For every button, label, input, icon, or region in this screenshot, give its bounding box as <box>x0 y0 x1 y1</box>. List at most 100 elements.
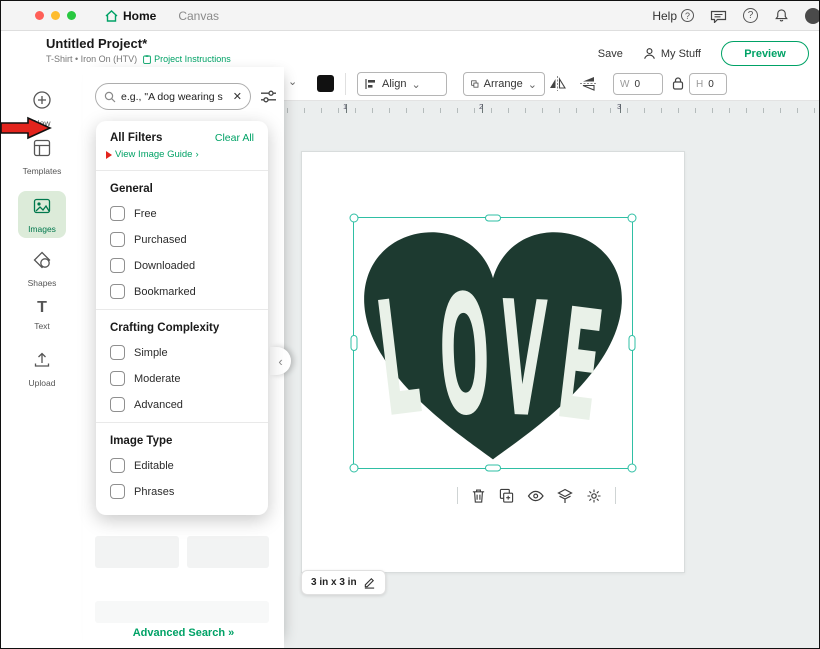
color-swatch[interactable] <box>317 75 334 92</box>
sidebar-item-shapes[interactable]: Shapes <box>18 245 66 292</box>
divider <box>615 487 616 504</box>
project-header: Untitled Project* T-Shirt • Iron On (HTV… <box>1 31 819 67</box>
filter-option-bookmarked[interactable]: Bookmarked <box>110 284 254 299</box>
filters-title: All Filters <box>110 132 162 144</box>
double-chevron-right-icon: » <box>228 627 234 639</box>
checkbox[interactable] <box>110 206 125 221</box>
selection-handle-bottom-left[interactable] <box>350 464 359 473</box>
lock-icon[interactable] <box>672 76 684 90</box>
checkbox[interactable] <box>110 484 125 499</box>
all-filters-popover: All Filters Clear All View Image Guide ›… <box>96 121 268 515</box>
arrange-icon <box>471 78 479 90</box>
sidebar-item-images[interactable]: Images <box>18 191 66 238</box>
hide-eye-icon[interactable] <box>527 489 544 503</box>
ruler-number: 2 <box>479 102 483 111</box>
checkbox[interactable] <box>110 458 125 473</box>
project-title: Untitled Project* <box>46 36 231 51</box>
filter-option-purchased[interactable]: Purchased <box>110 232 254 247</box>
templates-icon <box>32 138 52 158</box>
window-titlebar: Home Canvas Help ? ? <box>1 1 819 31</box>
sidebar-item-label: Templates <box>18 166 66 176</box>
filter-option-free[interactable]: Free <box>110 206 254 221</box>
align-dropdown[interactable]: Align ⌄ <box>357 72 447 96</box>
chevron-down-icon: ⌄ <box>528 78 537 91</box>
filter-option-editable[interactable]: Editable <box>110 458 254 473</box>
filter-option-phrases[interactable]: Phrases <box>110 484 254 499</box>
height-input[interactable]: H 0 <box>689 73 727 95</box>
hidden-dropdown-chevron-icon[interactable]: ⌄ <box>288 75 297 88</box>
selection-handle-top-right[interactable] <box>628 214 637 223</box>
object-action-bar <box>457 487 616 504</box>
tools-sidebar: New Templates Images Shapes T Text Uploa… <box>1 67 83 648</box>
checkbox[interactable] <box>110 371 125 386</box>
selection-handle-left[interactable] <box>351 335 358 351</box>
checkbox[interactable] <box>110 258 125 273</box>
selection-handle-right[interactable] <box>629 335 636 351</box>
window-minimize-button[interactable] <box>51 11 60 20</box>
selection-handle-bottom-right[interactable] <box>628 464 637 473</box>
filter-option-downloaded[interactable]: Downloaded <box>110 258 254 273</box>
checkbox[interactable] <box>110 284 125 299</box>
flip-vertical-icon[interactable] <box>580 76 597 91</box>
view-image-guide-link[interactable]: View Image Guide › <box>110 149 254 160</box>
preview-button[interactable]: Preview <box>721 41 809 66</box>
project-subtitle: T-Shirt • Iron On (HTV) <box>46 54 137 64</box>
filter-option-advanced[interactable]: Advanced <box>110 397 254 412</box>
divider <box>96 170 268 171</box>
arrange-dropdown[interactable]: Arrange ⌄ <box>463 72 545 96</box>
size-badge[interactable]: 3 in x 3 in <box>301 570 386 595</box>
filter-section-title: Crafting Complexity <box>110 322 254 334</box>
selection-handle-top[interactable] <box>485 215 501 222</box>
my-stuff-button[interactable]: My Stuff <box>643 47 701 60</box>
project-instructions-link[interactable]: Project Instructions <box>143 54 231 64</box>
support-icon[interactable]: ? <box>743 8 758 23</box>
tab-home-label: Home <box>123 9 156 23</box>
help-button[interactable]: Help ? <box>652 9 694 23</box>
advanced-search-link[interactable]: Advanced Search » <box>83 627 284 639</box>
home-icon <box>105 10 118 22</box>
chevron-left-icon: ‹ <box>278 354 282 369</box>
sidebar-item-text[interactable]: T Text <box>18 293 66 335</box>
selection-box[interactable] <box>353 217 633 469</box>
window-close-button[interactable] <box>35 11 44 20</box>
selection-handle-bottom[interactable] <box>485 465 501 472</box>
notifications-bell-icon[interactable] <box>774 8 789 23</box>
flip-horizontal-icon[interactable] <box>549 76 566 91</box>
sidebar-item-upload[interactable]: Upload <box>18 345 66 392</box>
profile-avatar[interactable] <box>805 8 820 24</box>
clear-all-button[interactable]: Clear All <box>215 132 254 144</box>
new-icon <box>32 90 52 110</box>
sidebar-item-templates[interactable]: Templates <box>18 133 66 180</box>
tab-canvas[interactable]: Canvas <box>178 9 219 23</box>
edit-pencil-icon[interactable] <box>363 576 376 589</box>
chevron-right-icon: › <box>195 149 198 160</box>
search-icon <box>104 91 116 103</box>
tab-home[interactable]: Home <box>105 9 156 23</box>
topbar-actions: Help ? ? <box>652 8 811 24</box>
checkbox[interactable] <box>110 345 125 360</box>
app-window: Home Canvas Help ? ? Untitled Project* T… <box>0 0 820 649</box>
selection-handle-top-left[interactable] <box>350 214 359 223</box>
text-tool-icon: T <box>37 299 47 316</box>
image-placeholder <box>187 536 269 568</box>
checkbox[interactable] <box>110 232 125 247</box>
clear-search-icon[interactable]: ✕ <box>233 90 242 103</box>
filter-tune-icon[interactable] <box>260 89 277 104</box>
filter-option-moderate[interactable]: Moderate <box>110 371 254 386</box>
width-input[interactable]: W 0 <box>613 73 663 95</box>
annotation-arrowhead <box>106 151 112 159</box>
checkbox[interactable] <box>110 397 125 412</box>
save-button[interactable]: Save <box>598 48 623 60</box>
images-icon <box>32 196 52 216</box>
chevron-down-icon: ⌄ <box>411 78 420 91</box>
attach-icon[interactable] <box>586 488 602 504</box>
filter-option-simple[interactable]: Simple <box>110 345 254 360</box>
delete-icon[interactable] <box>471 488 486 504</box>
image-placeholder <box>95 536 179 568</box>
duplicate-icon[interactable] <box>499 488 514 504</box>
search-input[interactable]: e.g., "A dog wearing s ✕ <box>95 83 251 110</box>
feedback-icon[interactable] <box>710 9 727 23</box>
layers-icon[interactable] <box>557 488 573 504</box>
window-zoom-button[interactable] <box>67 11 76 20</box>
filter-section-title: Image Type <box>110 435 254 447</box>
